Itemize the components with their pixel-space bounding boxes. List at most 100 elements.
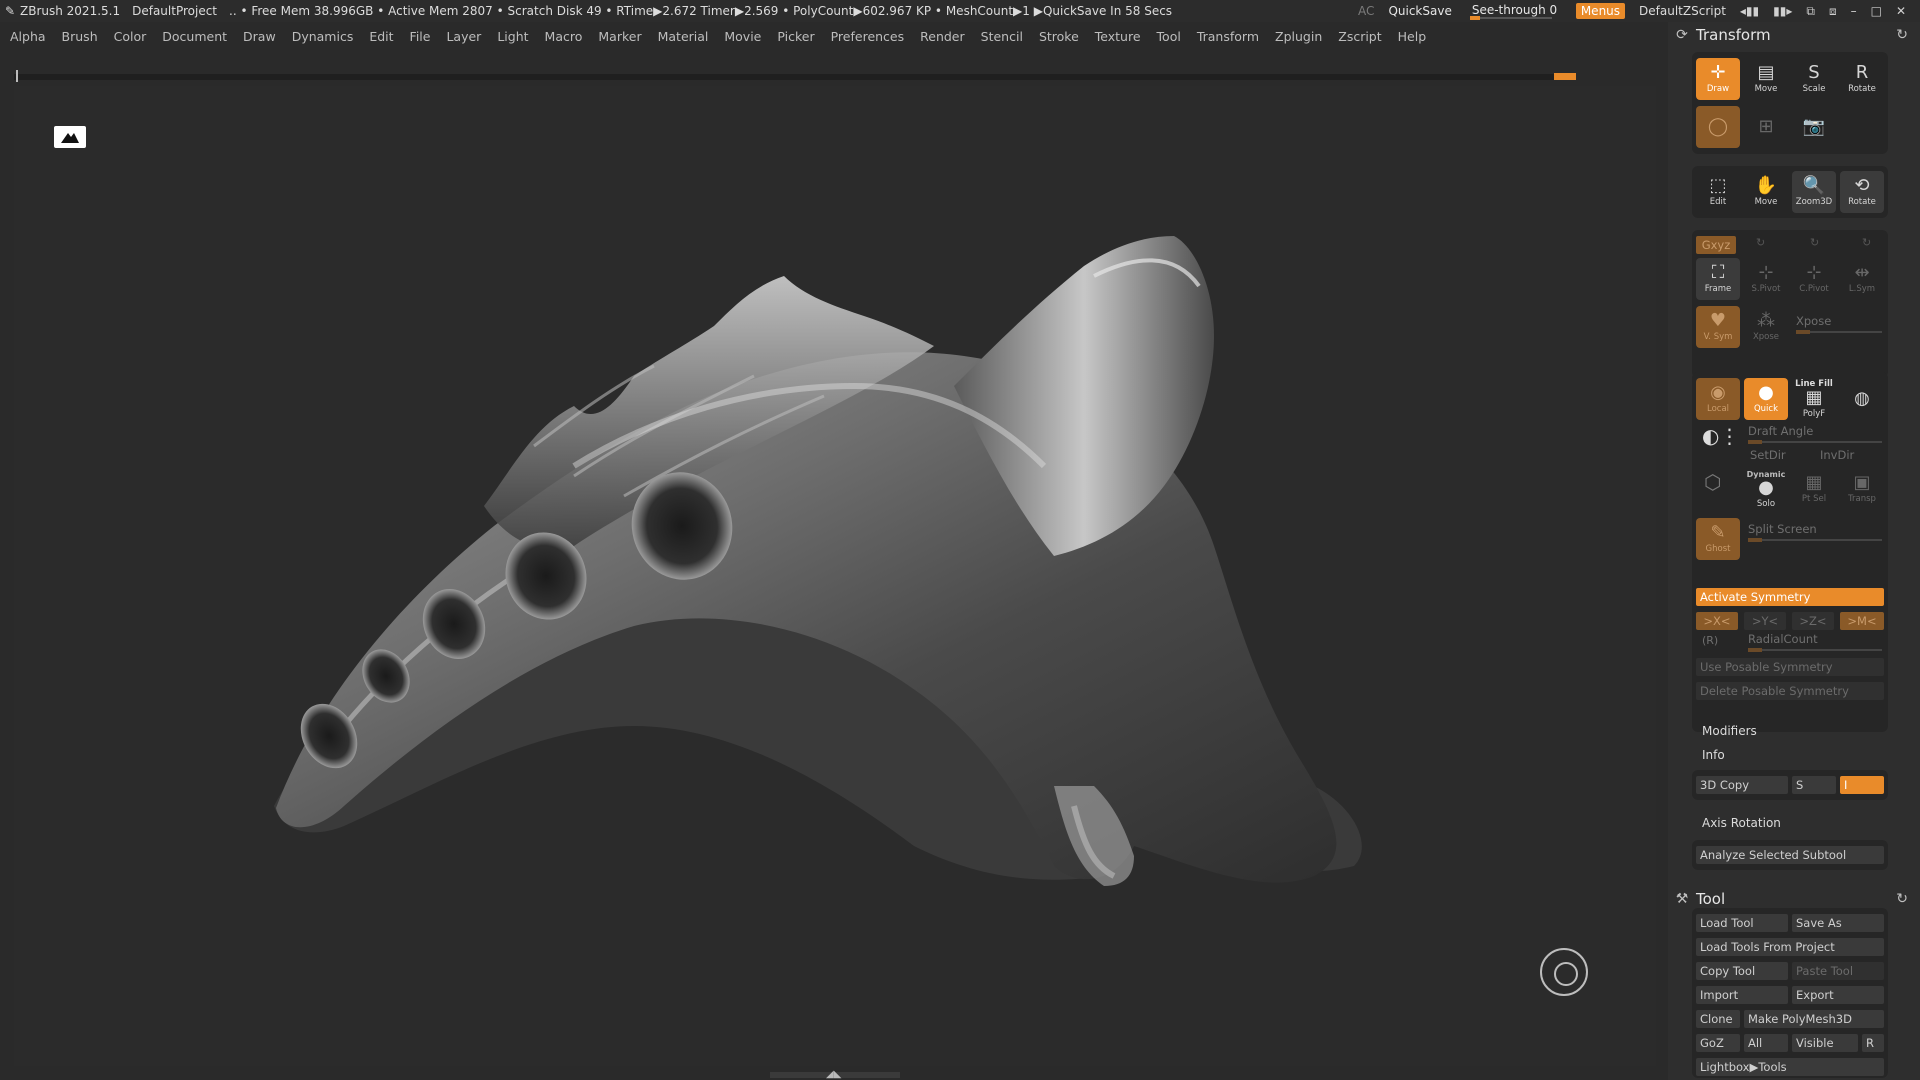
copy3d-s-field[interactable]: S [1792, 776, 1836, 794]
lightbox-tools-button[interactable]: Lightbox▶Tools [1696, 1058, 1884, 1076]
layout-icon[interactable]: ▮▮▸ [1773, 4, 1792, 18]
maximize-icon[interactable]: □ [1871, 4, 1882, 18]
free-rotate-icon[interactable]: ↻ [1862, 236, 1871, 249]
tool-refresh-icon[interactable]: ↻ [1896, 891, 1908, 907]
menu-picker[interactable]: Picker [777, 29, 814, 44]
window-cascade-icon[interactable]: ⧈ [1829, 4, 1837, 19]
menu-stencil[interactable]: Stencil [981, 29, 1023, 44]
lsym-button[interactable]: ⇹ L.Sym [1840, 258, 1884, 300]
document-canvas[interactable] [14, 86, 1656, 1066]
y-rotate-icon[interactable]: ↻ [1756, 236, 1765, 249]
setdir-button[interactable]: SetDir [1750, 448, 1786, 462]
perspective-toggle-icon[interactable] [54, 126, 86, 148]
bottom-shelf-arrow-icon[interactable]: ◢◣ [826, 1069, 841, 1080]
goz-button[interactable]: GoZ [1696, 1034, 1740, 1052]
draft-angle-handle[interactable] [1748, 440, 1762, 444]
save-as-button[interactable]: Save As [1792, 914, 1884, 932]
split-screen-slider[interactable]: Split Screen [1748, 522, 1882, 542]
menu-marker[interactable]: Marker [598, 29, 641, 44]
xyz-rotate-button[interactable]: Gxyz [1696, 236, 1736, 254]
frame-button[interactable]: ⛶ Frame [1696, 258, 1740, 300]
window-tile-icon[interactable]: ⧉ [1806, 4, 1815, 19]
timeline-position-marker[interactable] [1554, 73, 1576, 80]
axis-rotation-section[interactable]: Axis Rotation [1702, 816, 1781, 830]
see-through-slider[interactable]: See-through 0 [1466, 1, 1562, 21]
goz-r-button[interactable]: R [1862, 1034, 1884, 1052]
invdir-button[interactable]: InvDir [1820, 448, 1854, 462]
draft-angle-slider[interactable]: Draft Angle [1748, 424, 1882, 444]
radial-count-handle[interactable] [1748, 648, 1762, 652]
palette-refresh-icon[interactable]: ↻ [1896, 27, 1908, 43]
radial-count-slider[interactable]: RadialCount [1748, 632, 1882, 652]
cpivot-button[interactable]: ⊹ C.Pivot [1792, 258, 1836, 300]
snapshot-button[interactable]: 📷 [1792, 106, 1836, 148]
close-icon[interactable]: ✕ [1896, 4, 1906, 18]
menu-preferences[interactable]: Preferences [831, 29, 905, 44]
timeline-track[interactable] [14, 70, 1576, 82]
menu-transform[interactable]: Transform [1197, 29, 1259, 44]
menu-macro[interactable]: Macro [545, 29, 583, 44]
quick-button[interactable]: ● Quick [1744, 378, 1788, 420]
clone-button[interactable]: Clone [1696, 1010, 1740, 1028]
draw-button[interactable]: ✛ Draw [1696, 58, 1740, 100]
make-polymesh3d-button[interactable]: Make PolyMesh3D [1744, 1010, 1884, 1028]
menu-light[interactable]: Light [497, 29, 528, 44]
menus-toggle[interactable]: Menus [1575, 3, 1626, 19]
menu-zplugin[interactable]: Zplugin [1275, 29, 1322, 44]
use-posable-symmetry-button[interactable]: Use Posable Symmetry [1696, 658, 1884, 676]
import-button[interactable]: Import [1696, 986, 1788, 1004]
load-tools-from-project-button[interactable]: Load Tools From Project [1696, 938, 1884, 956]
xpose-button[interactable]: ⁂ Xpose [1744, 306, 1788, 348]
copy3d-button[interactable]: 3D Copy [1696, 776, 1788, 794]
xpose-slider-handle[interactable] [1796, 330, 1810, 334]
edit-rgb-button[interactable]: ⊞ [1744, 106, 1788, 148]
menu-zscript[interactable]: Zscript [1338, 29, 1381, 44]
xpose-slider[interactable]: Xpose [1796, 314, 1882, 334]
menu-dynamics[interactable]: Dynamics [292, 29, 354, 44]
menu-document[interactable]: Document [162, 29, 227, 44]
analyze-subtool-button[interactable]: Analyze Selected Subtool [1696, 846, 1884, 864]
goz-visible-button[interactable]: Visible [1792, 1034, 1858, 1052]
ac-toggle[interactable]: AC [1358, 4, 1374, 18]
transform-palette-header[interactable]: ⟳ Transform ↻ [1668, 22, 1920, 48]
default-zscript-button[interactable]: DefaultZScript [1639, 4, 1726, 18]
z-rotate-icon[interactable]: ↻ [1810, 236, 1819, 249]
layout-arrows-icon[interactable]: ◂▮▮ [1740, 4, 1759, 18]
m-axis-button[interactable]: >M< [1840, 612, 1884, 630]
modifiers-section[interactable]: Modifiers [1702, 724, 1757, 738]
menu-stroke[interactable]: Stroke [1039, 29, 1079, 44]
menu-movie[interactable]: Movie [724, 29, 761, 44]
minimize-icon[interactable]: – [1851, 4, 1857, 18]
z-axis-button[interactable]: >Z< [1792, 612, 1834, 630]
split-screen-handle[interactable] [1748, 538, 1762, 542]
edit-mode-button[interactable]: ⬚ Edit [1696, 171, 1740, 213]
goz-all-button[interactable]: All [1744, 1034, 1788, 1052]
quicksave-button[interactable]: QuickSave [1388, 4, 1451, 18]
y-axis-button[interactable]: >Y< [1744, 612, 1786, 630]
x-axis-button[interactable]: >X< [1696, 612, 1738, 630]
menu-color[interactable]: Color [114, 29, 147, 44]
sphere-material-button[interactable]: ◍ [1840, 378, 1884, 420]
scale-button[interactable]: S Scale [1792, 58, 1836, 100]
menu-alpha[interactable]: Alpha [10, 29, 46, 44]
activate-symmetry-button[interactable]: Activate Symmetry [1696, 588, 1884, 606]
copy-tool-button[interactable]: Copy Tool [1696, 962, 1788, 980]
see-through-handle[interactable] [1469, 16, 1480, 20]
move-button[interactable]: ▤ Move [1744, 58, 1788, 100]
vsym-button[interactable]: ♥ V. Sym [1696, 306, 1740, 348]
radial-toggle-button[interactable]: (R) [1702, 634, 1718, 647]
export-button[interactable]: Export [1792, 986, 1884, 1004]
polyframe-button[interactable]: Line Fill ▦ PolyF [1792, 378, 1836, 420]
transp-button[interactable]: ▣ Transp [1840, 468, 1884, 510]
ptsel-button[interactable]: ▦ Pt Sel [1792, 468, 1836, 510]
menu-tool[interactable]: Tool [1157, 29, 1181, 44]
menu-file[interactable]: File [410, 29, 431, 44]
paste-tool-button[interactable]: Paste Tool [1792, 962, 1884, 980]
spivot-button[interactable]: ⊹ S.Pivot [1744, 258, 1788, 300]
navigation-gizmo-icon[interactable] [1540, 948, 1588, 996]
gizmo-toggle-button[interactable]: ◯ [1696, 106, 1740, 148]
ghost-button[interactable]: ✎ Ghost [1696, 518, 1740, 560]
contrast-toggle-icon[interactable]: ◐⋮ [1702, 424, 1739, 448]
load-tool-button[interactable]: Load Tool [1696, 914, 1788, 932]
delete-posable-symmetry-button[interactable]: Delete Posable Symmetry [1696, 682, 1884, 700]
